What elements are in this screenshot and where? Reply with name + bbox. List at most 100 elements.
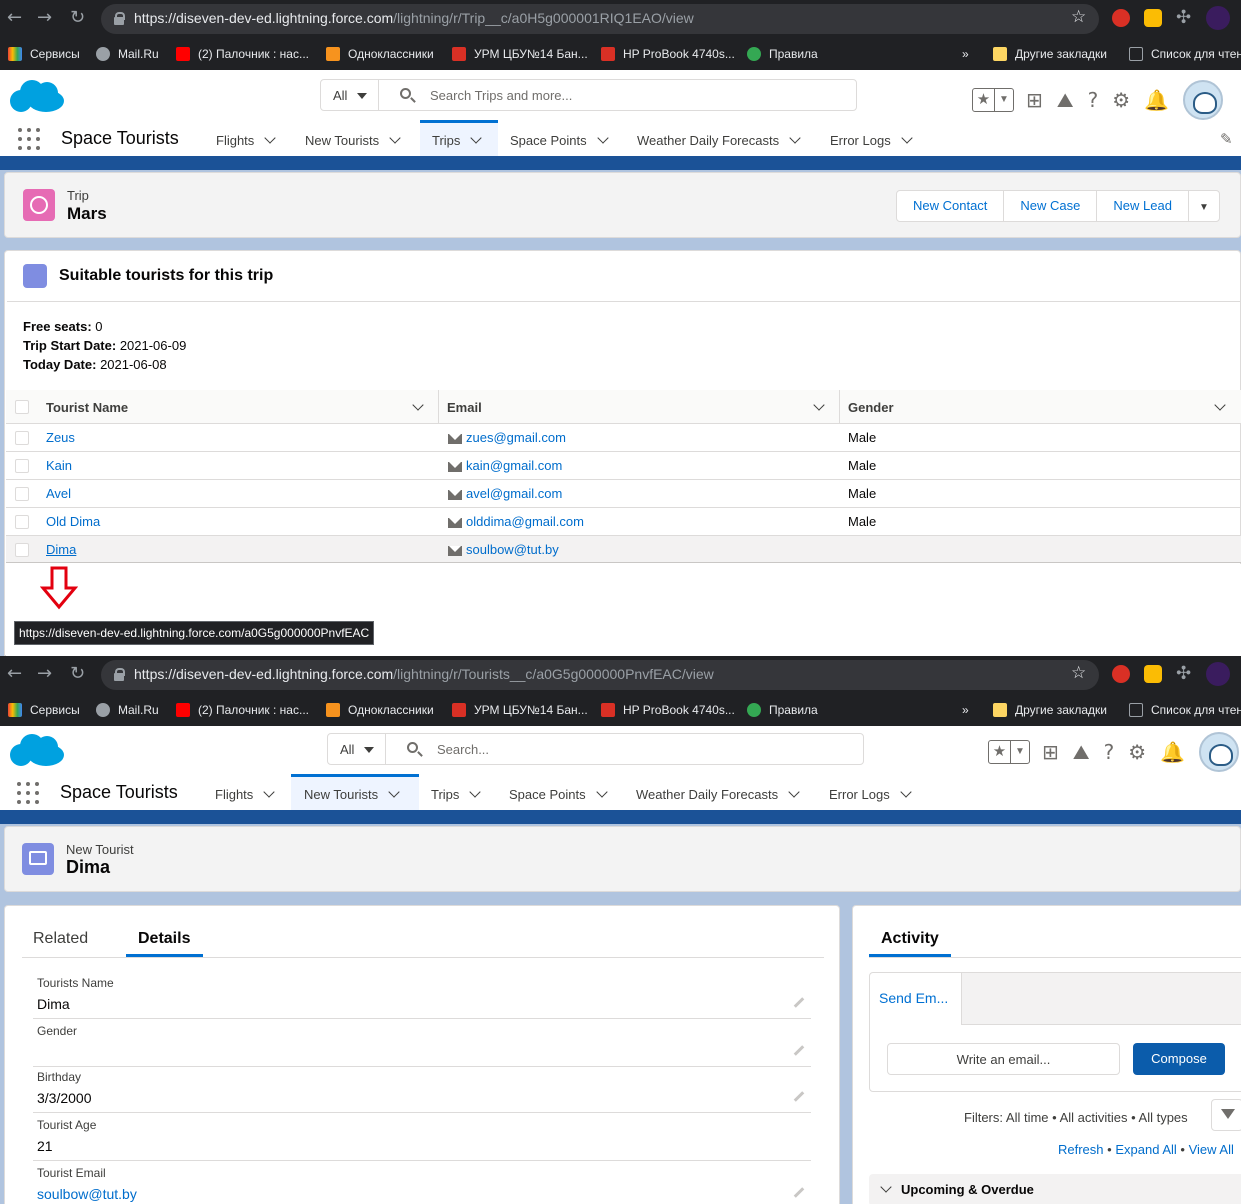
bookmark-item[interactable]: (2) Палочник : нас... bbox=[176, 45, 309, 63]
email-link[interactable]: olddima@gmail.com bbox=[466, 514, 584, 529]
puzzle-icon[interactable]: ✣ bbox=[1176, 8, 1191, 28]
email-link[interactable]: soulbow@tut.by bbox=[466, 542, 559, 557]
add-icon[interactable]: ⊞ bbox=[1042, 741, 1059, 763]
more-actions-button[interactable]: ▼ bbox=[1189, 191, 1219, 221]
forward-icon[interactable]: → bbox=[37, 8, 52, 28]
col-email[interactable]: Email bbox=[447, 400, 482, 415]
chevron-down-icon[interactable] bbox=[901, 132, 913, 144]
bookmark-item[interactable]: Одноклассники bbox=[326, 45, 434, 63]
bell-icon[interactable]: 🔔 bbox=[1144, 89, 1169, 111]
gear-icon[interactable]: ⚙ bbox=[1112, 89, 1130, 111]
nav-item-space-points[interactable]: Space Points bbox=[501, 774, 614, 814]
address-bar[interactable]: https://diseven-dev-ed.lightning.force.c… bbox=[101, 660, 1099, 690]
avatar[interactable] bbox=[1183, 80, 1224, 120]
nav-item-error-logs[interactable]: Error Logs bbox=[822, 120, 919, 160]
salesforce-logo-icon[interactable] bbox=[8, 76, 66, 116]
new-lead-button[interactable]: New Lead bbox=[1097, 191, 1189, 221]
reading-list[interactable]: Список для чтен bbox=[1129, 45, 1241, 63]
upcoming-section-header[interactable]: Upcoming & Overdue bbox=[869, 1174, 1241, 1204]
nav-item-flights[interactable]: Flights bbox=[208, 120, 282, 160]
filter-button[interactable] bbox=[1211, 1099, 1241, 1131]
address-bar[interactable]: https://diseven-dev-ed.lightning.force.c… bbox=[101, 4, 1099, 34]
email-link[interactable]: zues@gmail.com bbox=[466, 430, 566, 445]
tourist-name-link[interactable]: Zeus bbox=[46, 430, 75, 445]
search-input[interactable]: Search Trips and more... bbox=[430, 88, 572, 103]
global-search[interactable]: All Search Trips and more... bbox=[320, 79, 857, 111]
chevron-down-icon[interactable] bbox=[263, 786, 275, 798]
email-link[interactable]: avel@gmail.com bbox=[466, 486, 562, 501]
help-icon[interactable]: ? bbox=[1088, 89, 1099, 111]
new-case-button[interactable]: New Case bbox=[1004, 191, 1098, 221]
chevron-down-icon[interactable] bbox=[789, 132, 801, 144]
app-launcher-icon[interactable] bbox=[18, 128, 40, 150]
refresh-link[interactable]: Refresh bbox=[1058, 1142, 1104, 1157]
add-icon[interactable]: ⊞ bbox=[1026, 89, 1043, 111]
row-checkbox[interactable] bbox=[15, 431, 29, 445]
nav-item-weather[interactable]: Weather Daily Forecasts bbox=[629, 120, 807, 160]
profile-icon[interactable] bbox=[1206, 662, 1230, 686]
bookmark-item[interactable]: HP ProBook 4740s... bbox=[601, 701, 735, 719]
forward-icon[interactable]: → bbox=[37, 664, 52, 684]
reload-icon[interactable]: ↻ bbox=[70, 664, 85, 684]
bookmark-item[interactable]: УРМ ЦБУ№14 Бан... bbox=[452, 701, 588, 719]
edit-nav-icon[interactable]: ✎ bbox=[1220, 128, 1233, 150]
chevron-down-icon[interactable] bbox=[596, 132, 609, 144]
bookmark-item[interactable]: HP ProBook 4740s... bbox=[601, 45, 735, 63]
tab-details[interactable]: Details bbox=[138, 930, 190, 948]
more-bookmarks-icon[interactable]: » bbox=[962, 701, 969, 719]
chevron-down-icon[interactable] bbox=[900, 786, 912, 798]
bookmark-item[interactable]: (2) Палочник : нас... bbox=[176, 701, 309, 719]
bookmark-folder[interactable]: Другие закладки bbox=[993, 45, 1107, 63]
trailhead-icon[interactable]: ⛰ bbox=[1073, 741, 1090, 763]
bell-icon[interactable]: 🔔 bbox=[1160, 741, 1185, 763]
col-gender[interactable]: Gender bbox=[848, 400, 894, 415]
nav-item-new-tourists[interactable]: New Tourists bbox=[291, 774, 419, 814]
help-icon[interactable]: ? bbox=[1104, 741, 1115, 763]
back-icon[interactable]: ← bbox=[7, 8, 22, 28]
chevron-down-icon[interactable] bbox=[470, 132, 483, 144]
favorites-button[interactable]: ★ ▼ bbox=[972, 88, 1014, 112]
extension-icon-red[interactable] bbox=[1112, 665, 1130, 683]
bookmark-item[interactable]: Mail.Ru bbox=[96, 45, 159, 63]
tourist-name-link[interactable]: Old Dima bbox=[46, 514, 100, 529]
chevron-down-icon[interactable] bbox=[389, 132, 401, 144]
global-search[interactable]: All Search... bbox=[327, 733, 864, 765]
nav-item-flights[interactable]: Flights bbox=[207, 774, 281, 814]
email-input[interactable]: Write an email... bbox=[887, 1043, 1120, 1075]
bookmark-item[interactable]: Сервисы bbox=[8, 701, 80, 719]
extension-icon-yellow[interactable] bbox=[1144, 9, 1162, 27]
nav-item-space-points[interactable]: Space Points bbox=[502, 120, 615, 160]
app-launcher-icon[interactable] bbox=[17, 782, 39, 804]
nav-item-weather[interactable]: Weather Daily Forecasts bbox=[628, 774, 806, 814]
nav-item-new-tourists[interactable]: New Tourists bbox=[297, 120, 407, 160]
bookmark-item[interactable]: УРМ ЦБУ№14 Бан... bbox=[452, 45, 588, 63]
nav-item-error-logs[interactable]: Error Logs bbox=[821, 774, 918, 814]
bookmark-item[interactable]: Одноклассники bbox=[326, 701, 434, 719]
gear-icon[interactable]: ⚙ bbox=[1128, 741, 1146, 763]
email-link[interactable]: soulbow@tut.by bbox=[37, 1186, 137, 1202]
bookmark-item[interactable]: Правила bbox=[747, 701, 818, 719]
reload-icon[interactable]: ↻ bbox=[70, 8, 85, 28]
compose-button[interactable]: Compose bbox=[1133, 1043, 1225, 1075]
bookmark-folder[interactable]: Другие закладки bbox=[993, 701, 1107, 719]
chevron-down-icon[interactable] bbox=[595, 786, 608, 798]
edit-pencil-icon[interactable] bbox=[793, 1187, 805, 1198]
salesforce-logo-icon[interactable] bbox=[8, 730, 66, 770]
nav-item-trips[interactable]: Trips bbox=[420, 120, 498, 160]
email-link[interactable]: kain@gmail.com bbox=[466, 458, 562, 473]
row-checkbox[interactable] bbox=[15, 487, 29, 501]
view-all-link[interactable]: View All bbox=[1189, 1142, 1234, 1157]
row-checkbox[interactable] bbox=[15, 543, 29, 557]
col-tourist-name[interactable]: Tourist Name bbox=[46, 400, 128, 415]
new-contact-button[interactable]: New Contact bbox=[897, 191, 1005, 221]
chevron-down-icon[interactable] bbox=[788, 786, 800, 798]
search-scope-select[interactable]: All bbox=[328, 734, 386, 764]
row-checkbox[interactable] bbox=[15, 515, 29, 529]
tab-activity[interactable]: Activity bbox=[881, 930, 939, 948]
select-all-checkbox[interactable] bbox=[15, 400, 29, 414]
send-email-tab[interactable]: Send Em... bbox=[879, 990, 948, 1006]
chevron-down-icon[interactable] bbox=[469, 786, 482, 798]
bookmark-star-icon[interactable]: ☆ bbox=[1071, 7, 1086, 27]
trailhead-icon[interactable]: ⛰ bbox=[1057, 89, 1074, 111]
search-scope-select[interactable]: All bbox=[321, 80, 379, 110]
